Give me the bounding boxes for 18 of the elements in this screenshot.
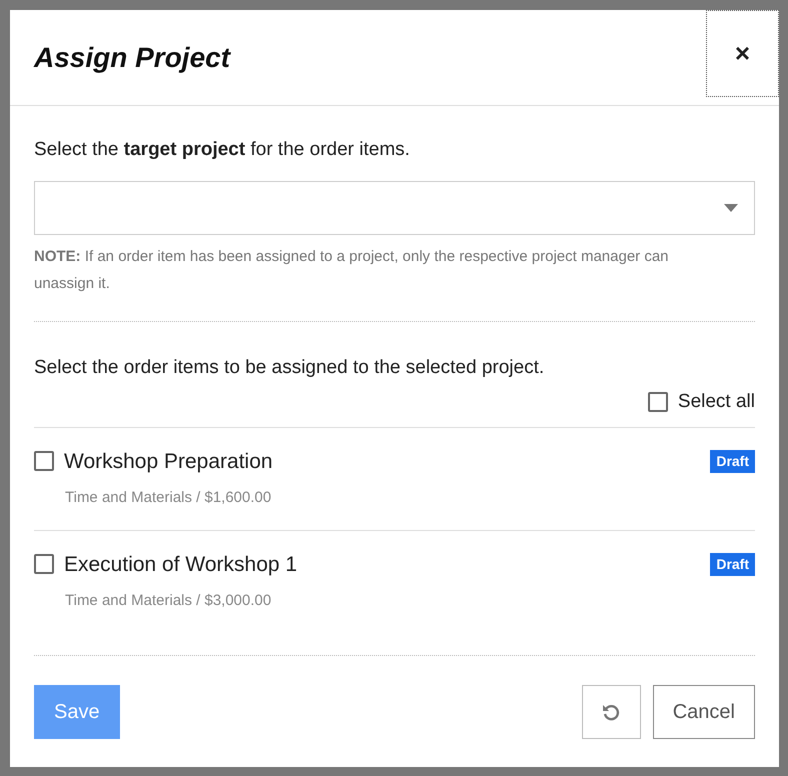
- status-badge: Draft: [710, 450, 755, 473]
- checkbox[interactable]: [648, 392, 668, 412]
- checkbox[interactable]: [34, 554, 54, 574]
- instruction-text: Select the order items to be assigned to the selected project.: [34, 356, 546, 380]
- reset-button[interactable]: [582, 684, 641, 738]
- item-detail: Time and Materials / $1,600.00: [65, 488, 272, 508]
- item-name: Execution of Workshop 1: [64, 552, 298, 578]
- checkbox[interactable]: [34, 451, 54, 472]
- checkbox-label[interactable]: Select all: [678, 388, 755, 416]
- item-name: Workshop Preparation: [64, 448, 274, 474]
- item-detail: Time and Materials / $3,000.00: [65, 591, 272, 611]
- note-text: NOTE: If an order item has been assigned to a project, only the respective project manager can unassign it.: [34, 246, 670, 294]
- close-button[interactable]: ×: [706, 10, 779, 97]
- dialog-title: Assign Project: [34, 40, 232, 75]
- status-badge: Draft: [710, 552, 755, 576]
- dropdown-caret-icon: [724, 204, 738, 212]
- instruction-text: Select the target project for the order items.: [34, 138, 411, 162]
- cancel-button[interactable]: Cancel: [652, 684, 755, 738]
